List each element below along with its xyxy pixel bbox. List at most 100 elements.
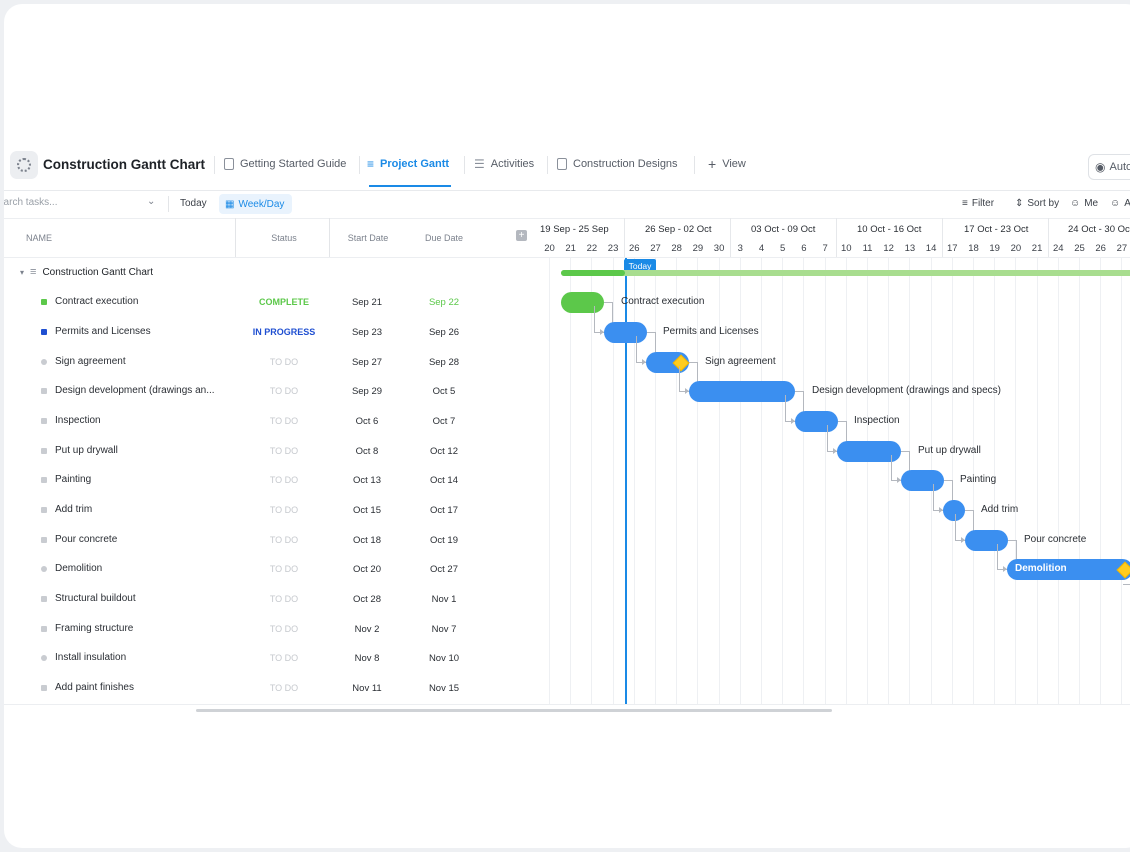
add-column-icon[interactable]: + [516, 230, 527, 241]
day-label: 27 [650, 243, 661, 254]
due-date-cell[interactable]: Oct 7 [409, 416, 479, 427]
status-badge[interactable]: TO DO [236, 446, 332, 456]
tab-getting-started[interactable]: Getting Started Guide [224, 154, 346, 174]
status-badge[interactable]: TO DO [236, 564, 332, 574]
status-badge[interactable]: TO DO [236, 475, 332, 485]
due-date-cell[interactable]: Oct 14 [409, 475, 479, 486]
day-gridline [1015, 258, 1017, 704]
start-date-cell[interactable]: Oct 15 [332, 505, 402, 516]
day-gridline [697, 258, 699, 704]
column-header-name[interactable]: NAME [26, 218, 52, 258]
due-date-cell[interactable]: Nov 10 [409, 653, 479, 664]
task-name-cell[interactable]: Pour concrete [41, 534, 117, 545]
sort-icon: ⇕ [1015, 198, 1024, 209]
due-date-cell[interactable]: Nov 7 [409, 624, 479, 635]
task-name-cell[interactable]: Demolition [41, 563, 102, 574]
app-window: Construction Gantt Chart Getting Started… [4, 4, 1130, 848]
tab-label: Activities [490, 158, 535, 170]
due-date-cell[interactable]: Oct 27 [409, 564, 479, 575]
task-bar-label: Add trim [981, 504, 1019, 515]
status-badge[interactable]: TO DO [236, 653, 332, 663]
tab-label: Project Gantt [380, 158, 450, 170]
task-bar[interactable] [689, 381, 795, 402]
start-date-cell[interactable]: Sep 23 [332, 327, 402, 338]
search-input[interactable]: earch tasks... [4, 197, 158, 208]
tab-construction-designs[interactable]: Construction Designs [557, 154, 678, 174]
task-name-cell[interactable]: Painting [41, 474, 91, 485]
status-badge[interactable]: COMPLETE [236, 297, 332, 307]
task-name-cell[interactable]: Sign agreement [41, 356, 126, 367]
sort-button[interactable]: ⇕ Sort by [1015, 198, 1059, 209]
workspace-icon[interactable] [10, 151, 38, 179]
caret-down-icon[interactable]: ▾ [20, 268, 24, 277]
task-name-cell[interactable]: Add trim [41, 504, 92, 515]
add-view-button[interactable]: + View [708, 154, 746, 174]
due-date-cell[interactable]: Sep 22 [409, 297, 479, 308]
group-row[interactable]: ▾ ≡ Construction Gantt Chart [20, 266, 153, 278]
today-button[interactable]: Today [180, 198, 207, 209]
task-name-cell[interactable]: Framing structure [41, 623, 133, 634]
due-date-cell[interactable]: Sep 26 [409, 327, 479, 338]
tab-label: Construction Designs [573, 158, 678, 170]
status-badge[interactable]: TO DO [236, 594, 332, 604]
start-date-cell[interactable]: Nov 11 [332, 683, 402, 694]
start-date-cell[interactable]: Sep 29 [332, 386, 402, 397]
task-name-cell[interactable]: Design development (drawings an... [41, 385, 215, 396]
status-badge[interactable]: TO DO [236, 683, 332, 693]
column-header-start[interactable]: Start Date [330, 218, 406, 258]
task-name-cell[interactable]: Add paint finishes [41, 682, 134, 693]
task-name-cell[interactable]: Install insulation [41, 652, 126, 663]
task-name-cell[interactable]: Inspection [41, 415, 101, 426]
task-name-cell[interactable]: Put up drywall [41, 445, 118, 456]
start-date-cell[interactable]: Oct 18 [332, 535, 402, 546]
chevron-down-icon[interactable]: ⌄ [147, 196, 155, 207]
status-badge[interactable]: TO DO [236, 416, 332, 426]
tab-project-gantt[interactable]: ≡ Project Gantt [367, 154, 449, 174]
start-date-cell[interactable]: Oct 8 [332, 446, 402, 457]
start-date-cell[interactable]: Oct 13 [332, 475, 402, 486]
summary-bar[interactable] [561, 270, 1130, 276]
status-badge[interactable]: TO DO [236, 535, 332, 545]
horizontal-scrollbar[interactable] [196, 709, 832, 712]
task-name-cell[interactable]: Structural buildout [41, 593, 136, 604]
due-date-cell[interactable]: Nov 15 [409, 683, 479, 694]
week-label: 10 Oct - 16 Oct [857, 224, 922, 235]
tab-activities[interactable]: ☰ Activities [474, 154, 534, 174]
status-badge[interactable]: IN PROGRESS [236, 327, 332, 337]
start-date-cell[interactable]: Nov 2 [332, 624, 402, 635]
filter-label: Filter [971, 198, 995, 209]
column-header-status[interactable]: Status [236, 218, 332, 258]
task-name-cell[interactable]: Contract execution [41, 296, 138, 307]
due-date-cell[interactable]: Sep 28 [409, 357, 479, 368]
due-date-cell[interactable]: Oct 5 [409, 386, 479, 397]
me-filter-button[interactable]: ☺ Me [1070, 198, 1098, 209]
scale-selector[interactable]: ▦ Week/Day [219, 194, 293, 214]
user-icon: ☺ [1070, 198, 1081, 209]
start-date-cell[interactable]: Oct 28 [332, 594, 402, 605]
status-badge[interactable]: TO DO [236, 505, 332, 515]
start-date-cell[interactable]: Oct 6 [332, 416, 402, 427]
day-gridline [676, 258, 678, 704]
me-label: Me [1084, 198, 1099, 209]
start-date-cell[interactable]: Nov 8 [332, 653, 402, 664]
start-date-cell[interactable]: Sep 21 [332, 297, 402, 308]
status-badge[interactable]: TO DO [236, 357, 332, 367]
status-badge[interactable]: TO DO [236, 624, 332, 634]
task-bar-label: Painting [960, 474, 997, 485]
automate-button[interactable]: ◉ Auto [1088, 154, 1130, 180]
column-header-due[interactable]: Due Date [408, 218, 480, 258]
status-badge[interactable]: TO DO [236, 386, 332, 396]
filter-button[interactable]: ≡ Filter [962, 198, 994, 209]
day-gridline [1057, 258, 1059, 704]
due-date-cell[interactable]: Oct 17 [409, 505, 479, 516]
assignee-filter-button[interactable]: ☺ A [1110, 198, 1130, 209]
due-date-cell[interactable]: Oct 12 [409, 446, 479, 457]
day-gridline [1121, 258, 1123, 704]
task-name-cell[interactable]: Permits and Licenses [41, 326, 151, 337]
due-date-cell[interactable]: Nov 1 [409, 594, 479, 605]
start-date-cell[interactable]: Sep 27 [332, 357, 402, 368]
divider [168, 196, 169, 212]
plus-icon: + [708, 156, 717, 172]
due-date-cell[interactable]: Oct 19 [409, 535, 479, 546]
start-date-cell[interactable]: Oct 20 [332, 564, 402, 575]
